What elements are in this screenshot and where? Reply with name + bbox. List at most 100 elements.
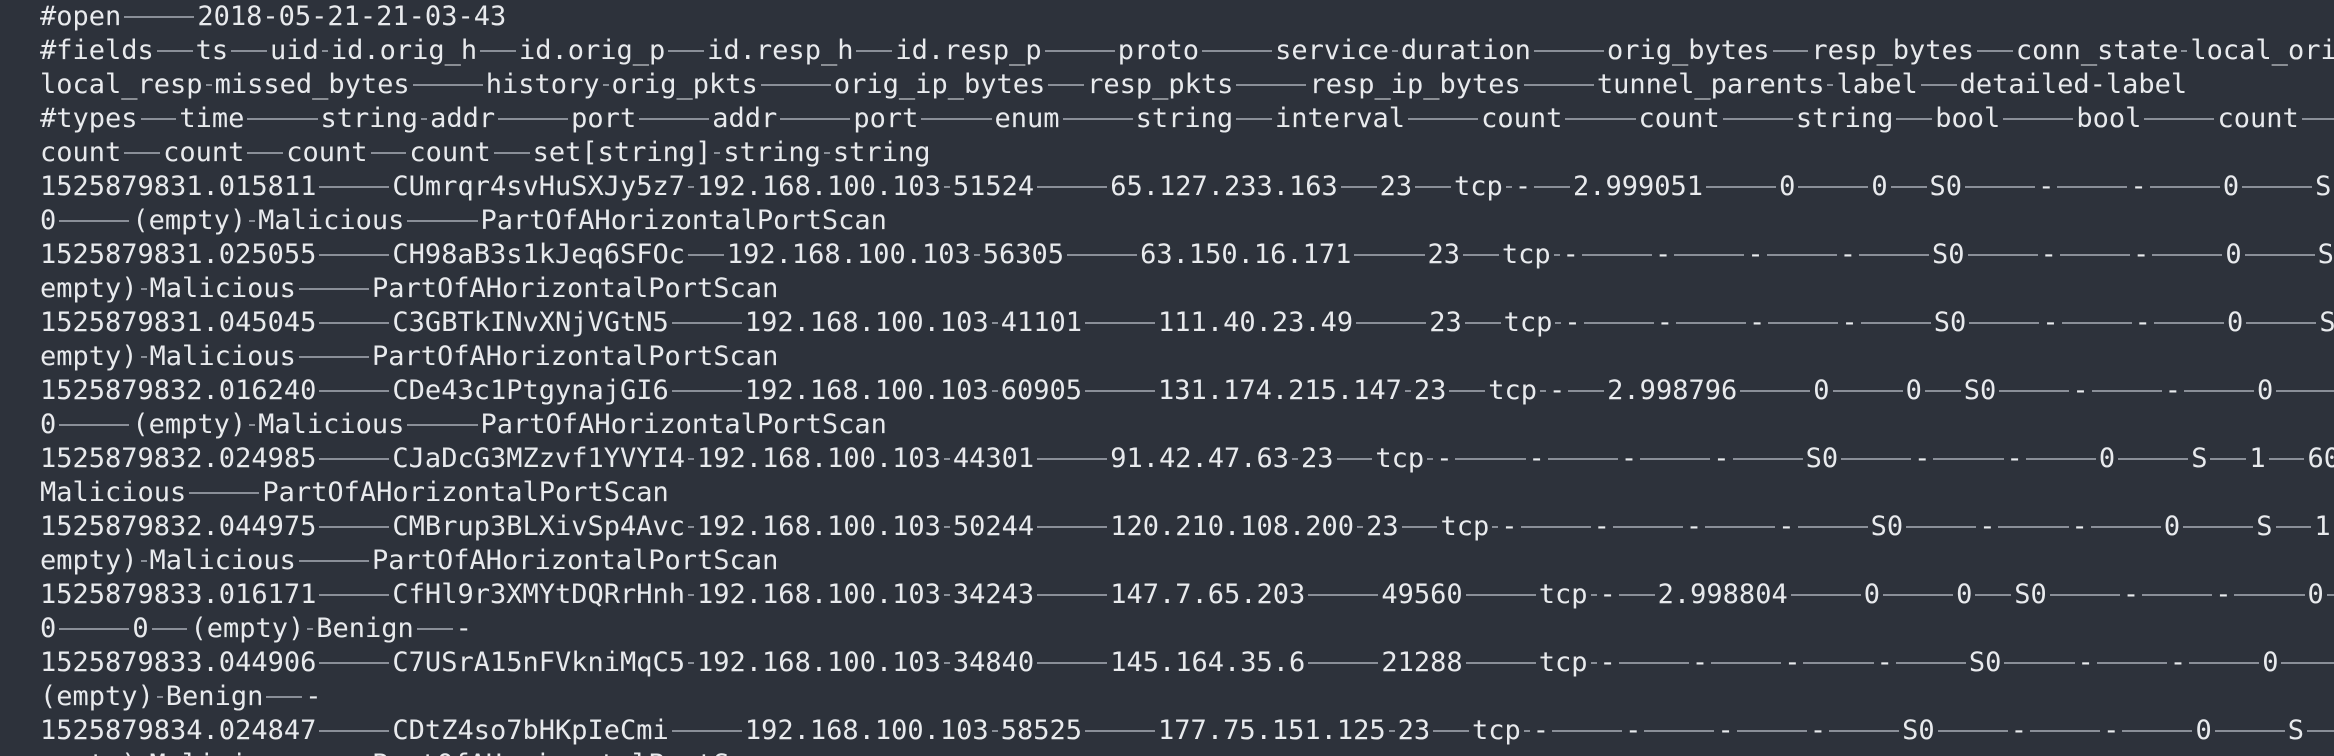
tab-leader	[1583, 322, 1654, 324]
tab-leader	[124, 16, 195, 18]
tab-leader	[1969, 322, 2040, 324]
log-field: 192.168.100.103	[726, 239, 971, 270]
tab-leader	[1520, 526, 1591, 528]
log-field: -	[2130, 171, 2147, 202]
log-field: CMBrup3BLXivSp4Avc	[392, 511, 686, 542]
log-field: 1525879831.015811	[40, 171, 317, 202]
log-field: 1	[2314, 511, 2331, 542]
tab-leader	[1827, 84, 1834, 86]
tab-leader	[2122, 730, 2193, 732]
log-field: -	[1841, 307, 1858, 338]
log-field: 120.210.108.200	[1110, 511, 1355, 542]
tab-leader	[1895, 662, 1966, 664]
tab-leader	[2244, 254, 2315, 256]
tab-leader	[1505, 186, 1512, 188]
log-field: count	[40, 137, 122, 168]
tab-leader	[1998, 526, 2069, 528]
tab-leader	[1553, 254, 1560, 256]
log-line: #open 2018-05-21-21-03-43	[40, 0, 2334, 34]
log-line: 1525879832.044975 CMBrup3BLXivSp4Avc 192.1…	[40, 510, 2334, 544]
log-field: local_orig	[2190, 35, 2334, 66]
tab-leader	[688, 594, 695, 596]
log-field: port	[571, 103, 637, 134]
tab-leader	[2181, 50, 2188, 52]
log-field: Malicious	[149, 341, 296, 372]
tab-leader	[1308, 594, 1379, 596]
tab-leader	[1706, 186, 1777, 188]
log-field: resp_ip_bytes	[1309, 69, 1521, 100]
tab-leader	[1037, 594, 1108, 596]
log-field: 23	[1397, 715, 1431, 746]
tab-leader	[407, 220, 478, 222]
log-field: 2.999051	[1572, 171, 1703, 202]
log-field: port	[853, 103, 919, 134]
log-field: S0	[1870, 511, 1904, 542]
log-field: -	[2077, 647, 2094, 678]
tab-leader	[59, 628, 130, 630]
log-field: S	[2287, 715, 2305, 746]
log-line: 1525879831.025055 CH98aB3s1kJeq6SFOc 192.1…	[40, 238, 2334, 272]
log-field: service	[1275, 35, 1389, 66]
tab-leader	[921, 118, 992, 120]
zeek-conn-log-output: #open 2018-05-21-21-03-43 #fields ts uid id.o…	[40, 0, 2334, 756]
tab-leader	[205, 84, 212, 86]
log-line: 1525879831.015811 CUmrqr4svHuSXJy5z7 192.1…	[40, 170, 2334, 204]
tab-leader	[688, 186, 695, 188]
log-field: 192.168.100.103	[744, 307, 989, 338]
tab-leader	[1455, 458, 1526, 460]
log-field: tcp	[1472, 715, 1521, 746]
tab-leader	[2276, 390, 2334, 392]
tab-leader	[2061, 322, 2132, 324]
tab-leader	[140, 288, 147, 290]
tab-leader	[151, 628, 188, 630]
log-field: 0	[1779, 171, 1796, 202]
tab-leader	[2268, 458, 2305, 460]
log-field: 23	[1366, 511, 1399, 542]
log-field: -	[2215, 579, 2232, 610]
tab-leader	[1048, 84, 1085, 86]
log-field: (empty)	[190, 613, 305, 644]
tab-leader	[1540, 390, 1547, 392]
log-field: PartOfAHorizontalPortScan	[371, 341, 779, 372]
tab-leader	[1236, 118, 1273, 120]
tab-leader	[247, 118, 318, 120]
log-field: -	[2132, 239, 2150, 270]
tab-leader	[498, 118, 569, 120]
tab-leader	[671, 322, 742, 324]
log-field: bool	[1935, 103, 2001, 134]
log-field: -	[1691, 647, 1709, 678]
tab-leader	[991, 322, 998, 324]
tab-leader	[1732, 458, 1803, 460]
log-field: -	[2134, 307, 2151, 338]
log-field: id.resp_p	[895, 35, 1042, 66]
tab-leader	[1236, 84, 1307, 86]
log-line: 1525879833.016171 CfHl9r3XMYtDQRrHnh 192.1…	[40, 578, 2334, 612]
log-field: S0	[1932, 239, 1965, 270]
terminal-window[interactable]: #open 2018-05-21-21-03-43 #fields ts uid id.o…	[0, 0, 2334, 756]
log-field: empty)	[40, 273, 138, 304]
tab-leader	[2057, 186, 2128, 188]
log-field: empty)	[40, 545, 138, 576]
log-field: #fields	[40, 35, 154, 66]
tab-leader	[1768, 322, 1839, 324]
log-field: 49560	[1381, 579, 1463, 610]
log-field: empty)	[40, 341, 138, 372]
log-field: PartOfAHorizontalPortScan	[480, 409, 887, 440]
log-line: 1525879832.024985 CJaDcG3MZzvf1YVYI4 192.1…	[40, 442, 2334, 476]
log-field: 0	[40, 613, 57, 644]
tab-leader	[1552, 730, 1623, 732]
tab-leader	[1336, 458, 1373, 460]
log-field: interval	[1275, 103, 1406, 134]
log-field: 0	[2262, 647, 2279, 678]
tab-leader	[249, 220, 256, 222]
tab-leader	[1803, 662, 1874, 664]
tab-leader	[1612, 526, 1683, 528]
tab-leader	[319, 662, 390, 664]
log-field: 1	[2249, 443, 2266, 474]
log-line: 1525879832.016240 CDe43c1PtgynajGI6 192.16…	[40, 374, 2334, 408]
log-field: -	[1876, 647, 1893, 678]
log-field: -	[1549, 375, 1566, 406]
tab-leader	[1937, 730, 2008, 732]
log-field: 192.168.100.103	[697, 511, 941, 542]
log-field: -	[1620, 443, 1638, 474]
